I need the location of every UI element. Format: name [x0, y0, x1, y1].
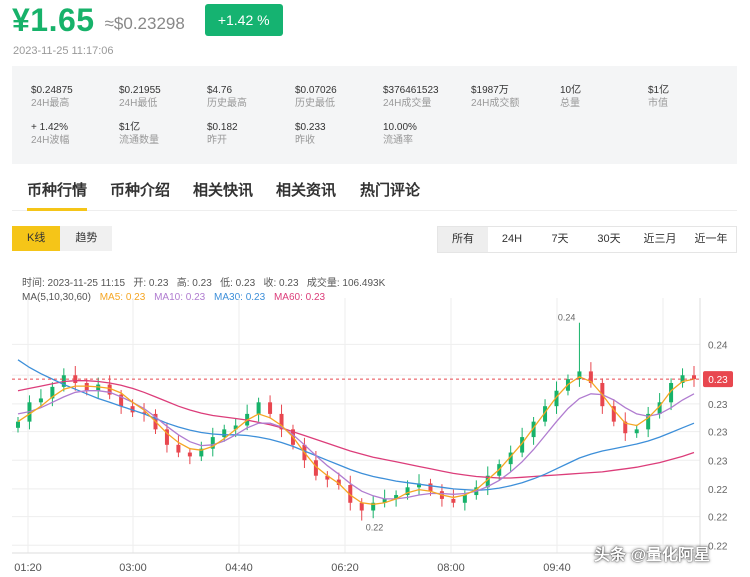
candle-body	[462, 495, 467, 503]
change-badge: +1.42 %	[204, 4, 283, 36]
candle-body	[634, 429, 639, 434]
chart-mode-toggle: K线 趋势	[12, 226, 113, 251]
range-3m[interactable]: 近三月	[634, 227, 686, 252]
range-all[interactable]: 所有	[438, 227, 488, 252]
content-tabs: 币种行情 币种介绍 相关快讯 相关资讯 热门评论	[12, 178, 737, 211]
candle-body	[187, 452, 192, 457]
x-tick-label: 08:00	[437, 562, 465, 574]
stat-ath: $4.76 历史最高	[207, 85, 247, 109]
stat-market-cap: $1亿 市值	[648, 85, 670, 109]
candle-body	[451, 498, 456, 503]
range-1y[interactable]: 近一年	[686, 227, 736, 252]
y-tick-label: 0.22	[708, 513, 728, 524]
candle-body	[692, 375, 696, 380]
candle-body	[359, 502, 364, 511]
range-24h[interactable]: 24H	[488, 227, 536, 252]
candle-body	[256, 402, 261, 414]
range-30d[interactable]: 30天	[584, 227, 634, 252]
kline-button[interactable]: K线	[12, 226, 61, 251]
candle-body	[222, 429, 227, 438]
stats-panel: $0.24875 24H最高 $0.21955 24H最低 $4.76 历史最高 $0…	[12, 66, 737, 164]
high-annotation: 0.24	[558, 313, 576, 323]
y-tick-label: 0.23	[708, 428, 728, 439]
tab-intro[interactable]: 币种介绍	[110, 178, 170, 211]
range-7d[interactable]: 7天	[536, 227, 584, 252]
x-tick-label: 09:40	[543, 562, 571, 574]
stat-24h-low: $0.21955 24H最低	[119, 85, 161, 109]
tab-market[interactable]: 币种行情	[27, 178, 88, 211]
stat-24h-volume: $376461523 24H成交量	[383, 85, 439, 109]
tab-comments[interactable]: 热门评论	[360, 178, 420, 211]
stat-24h-turnover: $1987万 24H成交额	[471, 85, 520, 109]
y-tick-label: 0.23	[708, 400, 728, 411]
kline-chart[interactable]: 0.24 0.23 0.23 0.23 0.23 0.22 0.22 0.22 01:20 03:…	[0, 290, 750, 577]
ohlc-time: 时间: 2023-11-25 11:15	[22, 278, 126, 289]
candle-body	[428, 483, 433, 492]
candle-body	[176, 444, 181, 453]
range-selector: 所有 24H 7天 30天 近三月 近一年	[437, 226, 737, 253]
price-header: ¥1.65 ≈$0.23298 +1.42 %	[12, 0, 283, 40]
stat-circulation-rate: 10.00% 流通率	[383, 122, 417, 146]
x-tick-label: 04:40	[225, 562, 253, 574]
ohlc-high: 高: 0.23	[176, 278, 212, 289]
candle-body	[84, 383, 89, 391]
y-tick-label: 0.24	[708, 340, 728, 351]
y-tick-label: 0.22	[708, 485, 728, 496]
stat-total-supply: 10亿 总量	[560, 85, 582, 109]
y-tick-label: 0.22	[708, 541, 728, 552]
tab-flash-news[interactable]: 相关快讯	[193, 178, 253, 211]
ohlc-volume: 成交量: 106.493K	[306, 278, 386, 289]
x-tick-label: 06:20	[331, 562, 359, 574]
trend-button[interactable]: 趋势	[60, 226, 113, 251]
stat-prev-close: $0.233 昨收	[295, 122, 326, 146]
ohlc-info: 时间: 2023-11-25 11:15 开: 0.23 高: 0.23 低: …	[22, 274, 385, 289]
watermark: 头条 @量化阿星	[594, 547, 711, 564]
stat-circulating: $1亿 流通数量	[119, 122, 159, 146]
ma10-line	[17, 390, 695, 500]
usd-price: ≈$0.23298	[104, 14, 185, 33]
stat-24h-high: $0.24875 24H最高	[31, 85, 73, 109]
ohlc-low: 低: 0.23	[220, 278, 256, 289]
ohlc-open: 开: 0.23	[133, 278, 169, 289]
stat-prev-open: $0.182 昨开	[207, 122, 238, 146]
tab-news[interactable]: 相关资讯	[276, 178, 336, 211]
low-annotation: 0.22	[366, 523, 384, 533]
candle-body	[268, 402, 273, 414]
current-price: ¥1.65	[12, 1, 95, 38]
current-price-label: 0.23	[708, 375, 728, 386]
stat-atl: $0.07026 历史最低	[295, 85, 337, 109]
y-tick-label: 0.23	[708, 456, 728, 467]
stat-24h-range: + 1.42% 24H波幅	[31, 122, 70, 146]
update-timestamp: 2023-11-25 11:17:06	[13, 45, 114, 57]
x-tick-label: 01:20	[14, 562, 42, 574]
x-tick-label: 03:00	[119, 562, 147, 574]
ohlc-close: 收: 0.23	[263, 278, 299, 289]
candle-body	[16, 421, 20, 428]
candle-body	[38, 398, 43, 403]
